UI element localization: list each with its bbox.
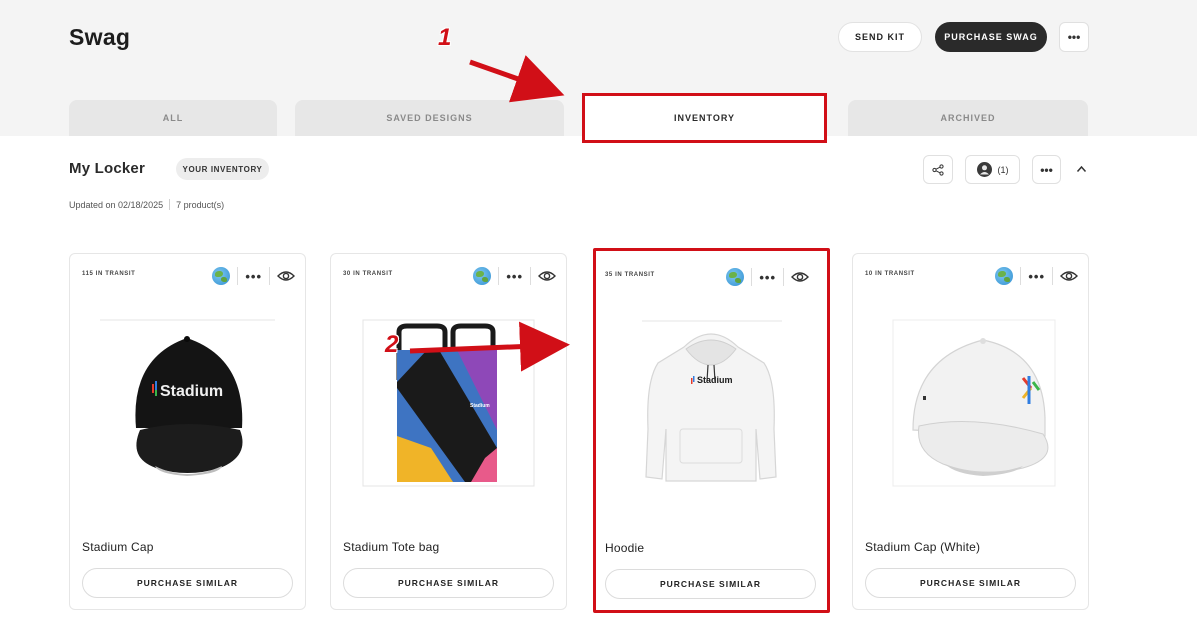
tab-inventory[interactable]: INVENTORY	[582, 93, 827, 143]
product-image	[883, 318, 1058, 488]
hoodie-logo-text: Stadium	[697, 375, 733, 385]
black-cap-image: Stadium	[100, 319, 275, 476]
purchase-similar-button[interactable]: PURCHASE SIMILAR	[343, 568, 554, 598]
divider	[1020, 267, 1022, 285]
user-count: (1)	[997, 164, 1009, 175]
header-more-button[interactable]: •••	[1059, 22, 1089, 52]
more-icon: •••	[1040, 162, 1053, 177]
product-image: Stadium	[624, 319, 799, 489]
tote-logo-text: Stadium	[470, 403, 490, 409]
divider	[530, 267, 531, 285]
locker-title: My Locker	[69, 160, 145, 177]
product-count: 7 product(s)	[176, 199, 225, 210]
product-name: Stadium Cap	[82, 540, 154, 554]
product-card[interactable]: 115 IN TRANSIT ••• Stadium Stadium Cap P…	[69, 253, 306, 610]
globe-icon[interactable]	[473, 267, 492, 285]
white-cap-image	[892, 319, 1056, 487]
product-name: Stadium Tote bag	[343, 540, 440, 554]
globe-icon[interactable]	[212, 267, 231, 285]
more-icon[interactable]: •••	[245, 270, 262, 283]
transit-count: 35 IN TRANSIT	[605, 272, 655, 278]
more-icon[interactable]: •••	[506, 270, 523, 283]
product-card-highlighted[interactable]: 35 IN TRANSIT ••• Stadium Hoodie PURCHAS…	[593, 248, 830, 613]
white-hoodie-image: Stadium	[642, 320, 782, 482]
globe-icon[interactable]	[995, 267, 1014, 285]
transit-count: 115 IN TRANSIT	[82, 271, 136, 277]
purchase-similar-button[interactable]: PURCHASE SIMILAR	[865, 568, 1076, 598]
user-icon	[976, 162, 992, 177]
card-actions: •••	[995, 265, 1078, 287]
transit-count: 30 IN TRANSIT	[343, 271, 393, 277]
updated-date: Updated on 02/18/2025	[69, 199, 164, 210]
divider	[237, 267, 239, 285]
send-kit-button[interactable]: SEND KIT	[838, 22, 922, 52]
divider	[498, 267, 500, 285]
card-actions: •••	[473, 265, 556, 287]
purchase-similar-button[interactable]: PURCHASE SIMILAR	[605, 569, 816, 599]
tab-archived[interactable]: ARCHIVED	[848, 100, 1088, 136]
purchase-similar-button[interactable]: PURCHASE SIMILAR	[82, 568, 293, 598]
divider	[783, 268, 784, 286]
eye-icon[interactable]	[538, 269, 556, 283]
annotation-step-2: 2	[385, 331, 399, 358]
page-title: Swag	[69, 24, 131, 50]
more-icon[interactable]: •••	[1028, 270, 1045, 283]
more-icon: •••	[1067, 30, 1081, 44]
eye-icon[interactable]	[277, 269, 295, 283]
product-name: Hoodie	[605, 541, 645, 555]
annotation-step-1: 1	[438, 24, 452, 51]
cap-logo-text: Stadium	[160, 383, 223, 400]
eye-icon[interactable]	[791, 270, 809, 284]
divider	[1052, 267, 1053, 285]
share-icon	[932, 163, 944, 176]
eye-icon[interactable]	[1060, 269, 1078, 283]
product-card[interactable]: 30 IN TRANSIT ••• Stadium Stadium Tote b…	[330, 253, 567, 610]
users-button[interactable]: (1)	[965, 155, 1020, 184]
locker-meta: Updated on 02/18/2025 7 product(s)	[69, 199, 224, 210]
more-icon[interactable]: •••	[759, 271, 776, 284]
product-card[interactable]: 10 IN TRANSIT ••• Stadium Cap (White) PU…	[852, 253, 1089, 610]
collapse-button[interactable]	[1075, 163, 1087, 175]
inventory-badge: YOUR INVENTORY	[176, 158, 269, 180]
globe-icon[interactable]	[726, 268, 745, 286]
product-image: Stadium	[100, 318, 275, 488]
meta-divider	[169, 199, 171, 210]
transit-count: 10 IN TRANSIT	[865, 271, 915, 277]
tab-all[interactable]: ALL	[69, 100, 277, 136]
product-name: Stadium Cap (White)	[865, 540, 981, 554]
card-actions: •••	[212, 265, 295, 287]
share-button[interactable]	[923, 155, 953, 184]
card-actions: •••	[726, 266, 809, 288]
tab-saved-designs[interactable]: SAVED DESIGNS	[295, 100, 564, 136]
divider	[269, 267, 270, 285]
locker-more-button[interactable]: •••	[1032, 155, 1061, 184]
purchase-swag-button[interactable]: PURCHASE SWAG	[935, 22, 1047, 52]
divider	[751, 268, 753, 286]
chevron-up-icon	[1076, 165, 1086, 172]
